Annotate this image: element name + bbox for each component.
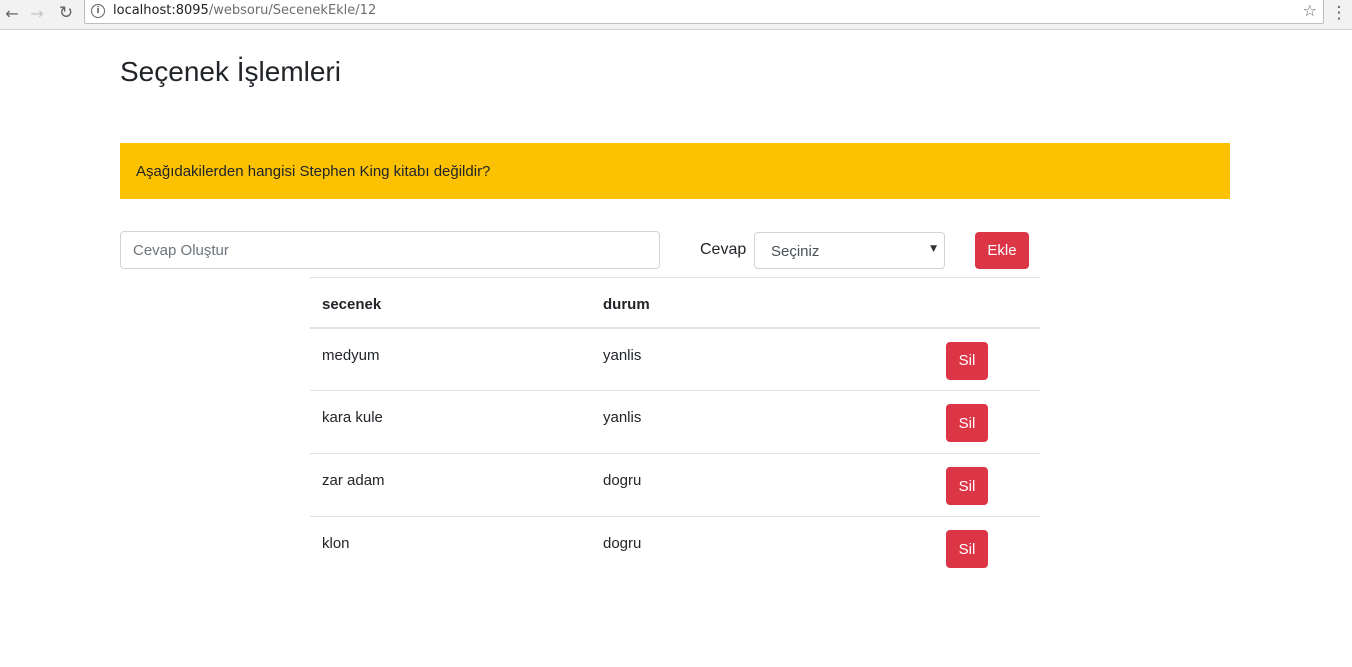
question-banner: Aşağıdakilerden hangisi Stephen King kit… [120, 143, 1230, 199]
delete-button[interactable]: Sil [946, 467, 988, 505]
reload-icon[interactable]: ↻ [54, 2, 78, 24]
cell-durum: dogru [603, 535, 642, 552]
cell-secenek: kara kule [310, 390, 591, 454]
url-host: localhost:8095 [113, 3, 209, 18]
table-row: kara kule yanlis Sil [310, 390, 1040, 454]
cell-durum: yanlis [591, 390, 828, 454]
page-title: Seçenek İşlemleri [120, 56, 341, 87]
answer-input[interactable] [120, 231, 660, 269]
browser-menu-icon[interactable]: ⋮ [1331, 2, 1348, 24]
cell-secenek: zar adam [310, 453, 591, 517]
options-table: secenek durum medyum yanlis Sil kara kul… [310, 277, 1040, 580]
table-header-row: secenek durum [310, 277, 1040, 329]
select-value: Seçiniz [771, 243, 820, 260]
cell-action: Sil [828, 327, 1040, 391]
cell-action: Sil [828, 517, 1040, 580]
url-path: /websoru/SecenekEkle/12 [208, 3, 377, 18]
table-row: klon dogru Sil [310, 517, 1040, 580]
table-row: medyum yanlis Sil [310, 327, 1040, 391]
answer-status-select[interactable]: Seçiniz ▼ [754, 232, 945, 269]
table-row: zar adam dogru Sil [310, 453, 1040, 517]
address-bar[interactable]: i localhost:8095/websoru/SecenekEkle/12 … [84, 0, 1324, 24]
cell-secenek: klon [322, 535, 350, 552]
cell-durum: dogru [591, 453, 828, 517]
bookmark-star-icon[interactable]: ☆ [1303, 1, 1317, 20]
question-text: Aşağıdakilerden hangisi Stephen King kit… [136, 162, 491, 180]
forward-arrow-icon[interactable]: → [25, 2, 49, 24]
delete-button[interactable]: Sil [946, 341, 988, 380]
info-icon[interactable]: i [91, 4, 105, 18]
url-text[interactable]: localhost:8095/websoru/SecenekEkle/12 [113, 3, 376, 18]
cevap-label: Cevap [700, 241, 747, 258]
delete-button[interactable]: Sil [946, 530, 988, 568]
browser-toolbar: ← → ↻ i localhost:8095/websoru/SecenekEk… [0, 0, 1352, 30]
header-secenek: secenek [310, 277, 591, 329]
delete-button[interactable]: Sil [946, 404, 988, 442]
add-button[interactable]: Ekle [975, 232, 1029, 269]
cell-secenek: medyum [310, 327, 591, 391]
cell-action: Sil [828, 453, 1040, 517]
caret-down-icon: ▼ [930, 244, 937, 254]
cell-durum: yanlis [591, 327, 828, 391]
cell-action: Sil [828, 390, 1040, 454]
header-durum: durum [591, 277, 828, 329]
header-action [828, 277, 1040, 329]
back-arrow-icon[interactable]: ← [0, 2, 24, 24]
